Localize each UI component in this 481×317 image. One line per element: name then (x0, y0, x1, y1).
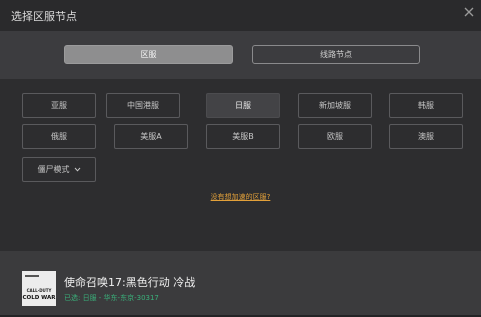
window-title: 选择区服节点 (11, 10, 77, 23)
region-button-australia[interactable]: 澳服 (389, 124, 463, 149)
chevron-down-icon (74, 167, 81, 172)
mode-dropdown[interactable]: 僵尸模式 (22, 157, 96, 182)
tab-route-node[interactable]: 线路节点 (252, 45, 420, 64)
region-button-asia[interactable]: 亚服 (22, 93, 96, 118)
mode-dropdown-label: 僵尸模式 (37, 165, 70, 174)
region-button-korea[interactable]: 韩服 (389, 93, 463, 118)
region-button-us-a[interactable]: 美服A (114, 124, 188, 149)
title-bar: 选择区服节点 (0, 0, 481, 31)
region-button-eu[interactable]: 欧服 (298, 124, 372, 149)
region-list: 亚服 中国港服 日服 新加坡服 韩服 俄服 美服A 美服B 欧服 澳服 僵尸模式… (0, 79, 481, 251)
selected-node-status: 已选: 日服 - 华东-东京-30317 (64, 294, 159, 302)
region-button-us-b[interactable]: 美服B (206, 124, 280, 149)
close-icon[interactable] (462, 5, 476, 19)
selected-game-panel: CALL·DUTY COLD WAR 使命召唤17:黑色行动 冷战 已选: 日服… (0, 251, 481, 317)
missing-region-link[interactable]: 没有想加速的区服? (0, 192, 481, 202)
region-button-hongkong[interactable]: 中国港服 (106, 93, 180, 118)
region-button-japan[interactable]: 日服 (206, 93, 280, 118)
game-cover-image: CALL·DUTY COLD WAR (22, 271, 56, 306)
region-button-singapore[interactable]: 新加坡服 (298, 93, 372, 118)
tab-bar: 区服 线路节点 (0, 31, 481, 79)
game-title: 使命召唤17:黑色行动 冷战 (64, 276, 196, 289)
tab-region[interactable]: 区服 (64, 45, 233, 64)
region-button-russia[interactable]: 俄服 (22, 124, 96, 149)
svg-text:COLD WAR: COLD WAR (22, 295, 56, 301)
svg-text:CALL·DUTY: CALL·DUTY (27, 288, 52, 293)
